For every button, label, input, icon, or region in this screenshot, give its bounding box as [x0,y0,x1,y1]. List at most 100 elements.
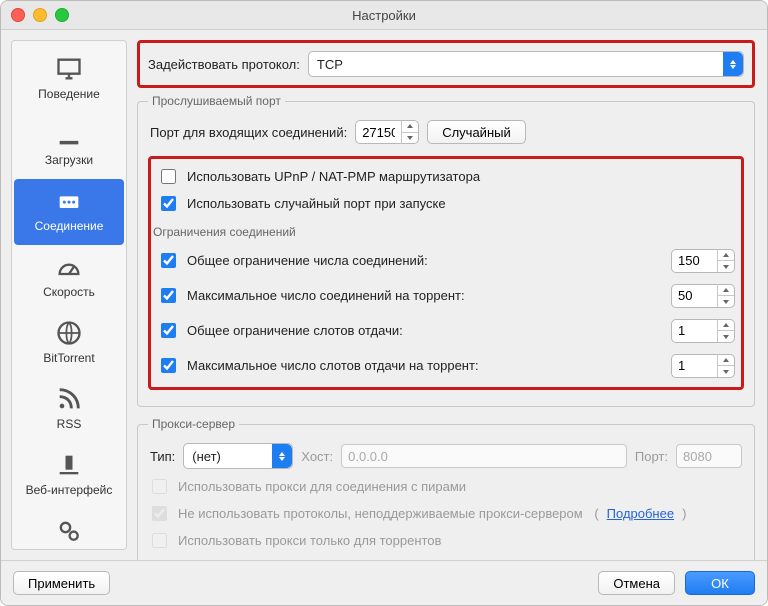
apply-button[interactable]: Применить [13,571,110,595]
step-down-icon[interactable] [718,366,734,377]
conn-limits-legend: Ограничения соединений [153,225,735,239]
global-conn-label: Общее ограничение числа соединений: [187,253,428,268]
upnp-input[interactable] [161,169,176,184]
network-icon [55,187,83,215]
step-up-icon[interactable] [718,354,734,366]
proxy-torrents-only-label: Использовать прокси только для торрентов [178,533,441,548]
step-down-icon[interactable] [718,296,734,307]
ok-button[interactable]: ОК [685,571,755,595]
window-title: Настройки [1,8,767,23]
listening-port-group: Прослушиваемый порт Порт для входящих со… [137,94,755,407]
upnp-checkbox[interactable]: Использовать UPnP / NAT-PMP маршрутизато… [157,163,735,190]
proxy-legend: Прокси-сервер [148,417,239,431]
proxy-peers-input [152,479,167,494]
global-conn-value[interactable] [672,253,717,268]
proxy-type-select[interactable]: (нет) [183,443,293,469]
per-torrent-conn-label: Максимальное число соединений на торрент… [187,288,465,303]
per-torrent-upload-input[interactable] [161,358,176,373]
step-down-icon[interactable] [402,133,418,144]
sidebar-item-label: BitTorrent [43,351,94,365]
proxy-group: Прокси-сервер Тип: (нет) Хост: Порт: Исп… [137,417,755,560]
proxy-type-label: Тип: [150,449,175,464]
sidebar-item-connection[interactable]: Соединение [14,179,124,245]
sidebar-item-label: Загрузки [45,153,93,167]
global-upload-value[interactable] [672,323,717,338]
global-upload-checkbox[interactable]: Общее ограничение слотов отдачи: [157,317,661,344]
dropdown-knob-icon [272,444,292,468]
sidebar-item-label: RSS [57,417,82,431]
step-up-icon[interactable] [718,249,734,261]
protocol-highlight: Задействовать протокол: TCP [137,40,755,88]
per-torrent-conn-stepper[interactable] [671,284,735,308]
monitor-icon [55,55,83,83]
global-conn-checkbox[interactable]: Общее ограничение числа соединений: [157,247,661,274]
proxy-host-label: Хост: [301,449,333,464]
proxy-unsupported-checkbox: Не использовать протоколы, неподдерживае… [148,500,744,527]
step-down-icon[interactable] [718,331,734,342]
proxy-peers-checkbox: Использовать прокси для соединения с пир… [148,473,744,500]
upnp-label: Использовать UPnP / NAT-PMP маршрутизато… [187,169,480,184]
proxy-port-label: Порт: [635,449,668,464]
port-options-highlight: Использовать UPnP / NAT-PMP маршрутизато… [148,156,744,390]
protocol-value: TCP [317,57,343,72]
step-up-icon[interactable] [718,284,734,296]
download-icon [55,121,83,149]
global-conn-input[interactable] [161,253,176,268]
gauge-icon [55,253,83,281]
global-conn-stepper[interactable] [671,249,735,273]
per-torrent-conn-checkbox[interactable]: Максимальное число соединений на торрент… [157,282,661,309]
step-up-icon[interactable] [718,319,734,331]
main-panel: Задействовать протокол: TCP Прослушиваем… [131,30,767,560]
random-on-start-input[interactable] [161,196,176,211]
per-torrent-upload-checkbox[interactable]: Максимальное число слотов отдачи на торр… [157,352,661,379]
per-torrent-upload-stepper[interactable] [671,354,735,378]
step-up-icon[interactable] [402,121,418,133]
per-torrent-upload-value[interactable] [672,358,717,373]
sidebar-item-bittorrent[interactable]: BitTorrent [14,311,124,377]
proxy-peers-label: Использовать прокси для соединения с пир… [178,479,466,494]
sidebar: Поведение Загрузки Соединение Скорость B… [11,40,127,550]
proxy-port-input [676,444,742,468]
sidebar-item-speed[interactable]: Скорость [14,245,124,311]
sidebar-item-advanced[interactable] [14,509,124,550]
settings-window: Настройки Поведение Загрузки Соединение … [0,0,768,606]
global-upload-input[interactable] [161,323,176,338]
global-upload-stepper[interactable] [671,319,735,343]
proxy-type-value: (нет) [192,449,221,464]
proxy-unsupported-label: Не использовать протоколы, неподдерживае… [178,506,583,521]
gears-icon [55,517,83,545]
titlebar: Настройки [1,1,767,30]
incoming-port-input[interactable] [356,125,401,140]
incoming-port-stepper[interactable] [355,120,419,144]
sidebar-item-label: Соединение [35,219,104,233]
protocol-select[interactable]: TCP [308,51,744,77]
sidebar-item-webui[interactable]: Веб-интерфейс [14,443,124,509]
globe-icon [55,319,83,347]
random-on-start-checkbox[interactable]: Использовать случайный порт при запуске [157,190,735,217]
proxy-host-input [341,444,627,468]
sidebar-item-label: Поведение [38,87,100,101]
protocol-label: Задействовать протокол: [148,57,300,72]
rss-icon [55,385,83,413]
listening-port-legend: Прослушиваемый порт [148,94,285,108]
sidebar-item-downloads[interactable]: Загрузки [14,113,124,179]
sidebar-item-behavior[interactable]: Поведение [14,47,124,113]
proxy-torrents-only-checkbox: Использовать прокси только для торрентов [148,527,744,554]
sidebar-item-rss[interactable]: RSS [14,377,124,443]
footer: Применить Отмена ОК [1,560,767,605]
incoming-port-label: Порт для входящих соединений: [150,125,347,140]
proxy-more-link[interactable]: Подробнее [607,506,674,521]
proxy-torrents-only-input [152,533,167,548]
global-upload-label: Общее ограничение слотов отдачи: [187,323,403,338]
per-torrent-upload-label: Максимальное число слотов отдачи на торр… [187,358,479,373]
sidebar-item-label: Веб-интерфейс [26,483,113,497]
proxy-unsupported-input [152,506,167,521]
cancel-button[interactable]: Отмена [598,571,675,595]
per-torrent-conn-value[interactable] [672,288,717,303]
per-torrent-conn-input[interactable] [161,288,176,303]
random-port-button[interactable]: Случайный [427,120,526,144]
random-on-start-label: Использовать случайный порт при запуске [187,196,446,211]
server-icon [55,451,83,479]
step-down-icon[interactable] [718,261,734,272]
sidebar-item-label: Скорость [43,285,95,299]
